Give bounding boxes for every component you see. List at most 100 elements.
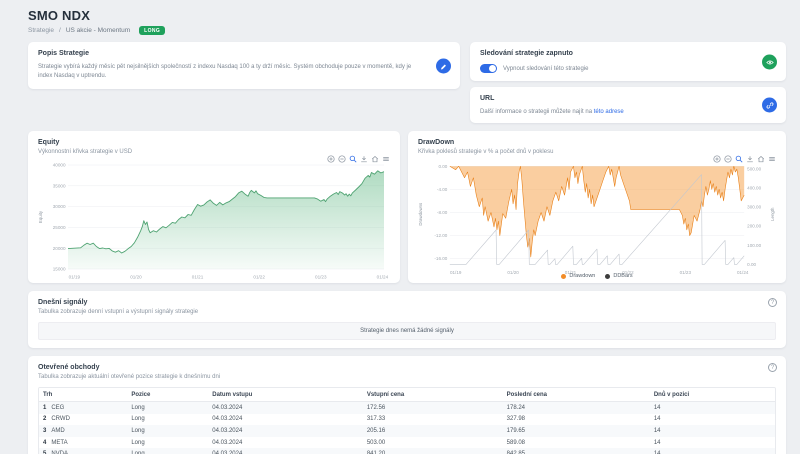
description-card-text: Strategie vybírá každý měsíc pět nejsiln… xyxy=(38,63,426,81)
table-cell: 589.08 xyxy=(503,437,650,449)
svg-text:100.00: 100.00 xyxy=(747,243,761,248)
equity-chart[interactable]: 15000200002500030000350004000001/1901/20… xyxy=(38,159,390,281)
home-icon[interactable] xyxy=(371,155,379,163)
breadcrumb-strategie[interactable]: Strategie xyxy=(28,27,54,34)
legend-label-drawdown: Drawdown xyxy=(569,273,595,279)
long-badge: LONG xyxy=(139,26,165,35)
table-cell: 179.65 xyxy=(503,425,650,437)
svg-text:01/23: 01/23 xyxy=(680,270,692,275)
legend-dot-drawdown xyxy=(561,274,566,279)
breadcrumb-current: US akcie - Momentum xyxy=(66,27,130,34)
signals-card-title: Dnešní signály xyxy=(38,299,760,306)
table-cell: 04.03.2024 xyxy=(208,425,363,437)
svg-text:01/22: 01/22 xyxy=(253,275,265,280)
menu-icon[interactable] xyxy=(382,155,390,163)
table-cell: 04.03.2024 xyxy=(208,402,363,414)
ticker-cell: 1CEG xyxy=(39,402,127,414)
table-row: 2CRWDLong04.03.2024317.33327.9814 xyxy=(39,414,775,426)
signals-card-subtitle: Tabulka zobrazuje denní vstupní a výstup… xyxy=(38,309,760,315)
svg-text:01/19: 01/19 xyxy=(450,270,462,275)
drawdown-modebar xyxy=(713,155,776,163)
toggle-knob xyxy=(489,65,496,72)
svg-text:-4.00: -4.00 xyxy=(437,187,448,192)
column-header: Vstupní cena xyxy=(363,388,503,402)
table-row: 4METALong04.03.2024503.00589.0814 xyxy=(39,437,775,449)
zoom-out-icon[interactable] xyxy=(338,155,346,163)
ticker-cell: 4META xyxy=(39,437,127,449)
url-button[interactable] xyxy=(762,98,777,113)
drawdown-card: DrawDown Křivka poklesů strategie v % a … xyxy=(408,131,786,283)
table-row: 3AMDLong04.03.2024205.16179.6514 xyxy=(39,425,775,437)
svg-text:01/24: 01/24 xyxy=(377,275,389,280)
edit-description-button[interactable] xyxy=(436,58,451,73)
download-icon[interactable] xyxy=(746,155,754,163)
svg-text:-8.00: -8.00 xyxy=(437,210,448,215)
tracking-status-button[interactable] xyxy=(762,54,777,69)
legend-dot-ddbars xyxy=(605,274,610,279)
equity-card: Equity Výkonnostní křivka strategie v US… xyxy=(28,131,400,283)
zoom-box-icon[interactable] xyxy=(349,155,357,163)
table-cell: 04.03.2024 xyxy=(208,414,363,426)
svg-text:0.00: 0.00 xyxy=(747,262,756,267)
url-card-text: Další informace o strategii můžete najít… xyxy=(480,109,592,115)
zoom-in-icon[interactable] xyxy=(713,155,721,163)
eye-icon xyxy=(766,54,774,69)
trades-card-subtitle: Tabulka zobrazuje aktuální otevřené pozi… xyxy=(38,374,760,380)
menu-icon[interactable] xyxy=(768,155,776,163)
svg-text:Length: Length xyxy=(770,207,775,221)
table-cell: 842.85 xyxy=(503,448,650,454)
trades-table-header-row: TrhPoziceDatum vstupuVstupní cenaPosledn… xyxy=(39,388,775,402)
table-cell: 327.98 xyxy=(503,414,650,426)
zoom-out-icon[interactable] xyxy=(724,155,732,163)
equity-modebar xyxy=(327,155,390,163)
trades-card-title: Otevřené obchody xyxy=(38,364,760,371)
legend-item-drawdown[interactable]: Drawdown xyxy=(561,273,595,279)
table-cell: Long xyxy=(127,414,208,426)
column-header: Dnů v pozici xyxy=(650,388,775,402)
table-cell: 14 xyxy=(650,437,775,449)
svg-text:-12.00: -12.00 xyxy=(434,233,447,238)
tracking-toggle[interactable] xyxy=(480,64,497,73)
table-cell: Long xyxy=(127,448,208,454)
zoom-box-icon[interactable] xyxy=(735,155,743,163)
table-cell: 205.16 xyxy=(363,425,503,437)
svg-text:35000: 35000 xyxy=(53,183,66,188)
table-cell: 14 xyxy=(650,414,775,426)
table-cell: 14 xyxy=(650,402,775,414)
drawdown-chart[interactable]: 0.00-4.00-8.00-12.00-16.000.00100.00200.… xyxy=(418,159,776,276)
tracking-card-title: Sledování strategie zapnuto xyxy=(480,50,752,57)
svg-text:-16.00: -16.00 xyxy=(434,256,447,261)
table-cell: 172.56 xyxy=(363,402,503,414)
table-cell: Long xyxy=(127,425,208,437)
tracking-card: Sledování strategie zapnuto Vypnout sled… xyxy=(470,42,786,81)
svg-text:400.00: 400.00 xyxy=(747,185,761,190)
column-header: Trh xyxy=(39,388,127,402)
breadcrumb: Strategie / US akcie - Momentum LONG xyxy=(28,26,786,35)
legend-label-ddbars: DDBars xyxy=(613,273,632,279)
help-icon[interactable]: ? xyxy=(768,363,777,372)
page-title: SMO NDX xyxy=(28,8,786,23)
page: SMO NDX Strategie / US akcie - Momentum … xyxy=(0,0,800,454)
zoom-in-icon[interactable] xyxy=(327,155,335,163)
page-header: SMO NDX Strategie / US akcie - Momentum … xyxy=(28,8,786,35)
link-icon xyxy=(766,98,774,113)
svg-text:20000: 20000 xyxy=(53,246,66,251)
svg-text:01/20: 01/20 xyxy=(507,270,519,275)
legend-item-ddbars[interactable]: DDBars xyxy=(605,273,632,279)
home-icon[interactable] xyxy=(757,155,765,163)
download-icon[interactable] xyxy=(360,155,368,163)
table-cell: Long xyxy=(127,402,208,414)
table-cell: 04.03.2024 xyxy=(208,448,363,454)
svg-text:300.00: 300.00 xyxy=(747,205,761,210)
signals-empty-banner: Strategie dnes nemá žádné signály xyxy=(38,322,776,340)
url-card-title: URL xyxy=(480,95,752,102)
svg-text:40000: 40000 xyxy=(53,163,66,168)
table-row: 5NVDALong04.03.2024841.20842.8514 xyxy=(39,448,775,454)
column-header: Pozice xyxy=(127,388,208,402)
url-link[interactable]: této adrese xyxy=(594,109,624,115)
svg-text:200.00: 200.00 xyxy=(747,224,761,229)
table-cell: 04.03.2024 xyxy=(208,437,363,449)
svg-text:01/19: 01/19 xyxy=(69,275,81,280)
help-icon[interactable]: ? xyxy=(768,298,777,307)
svg-text:Drawdowns: Drawdowns xyxy=(418,202,423,226)
